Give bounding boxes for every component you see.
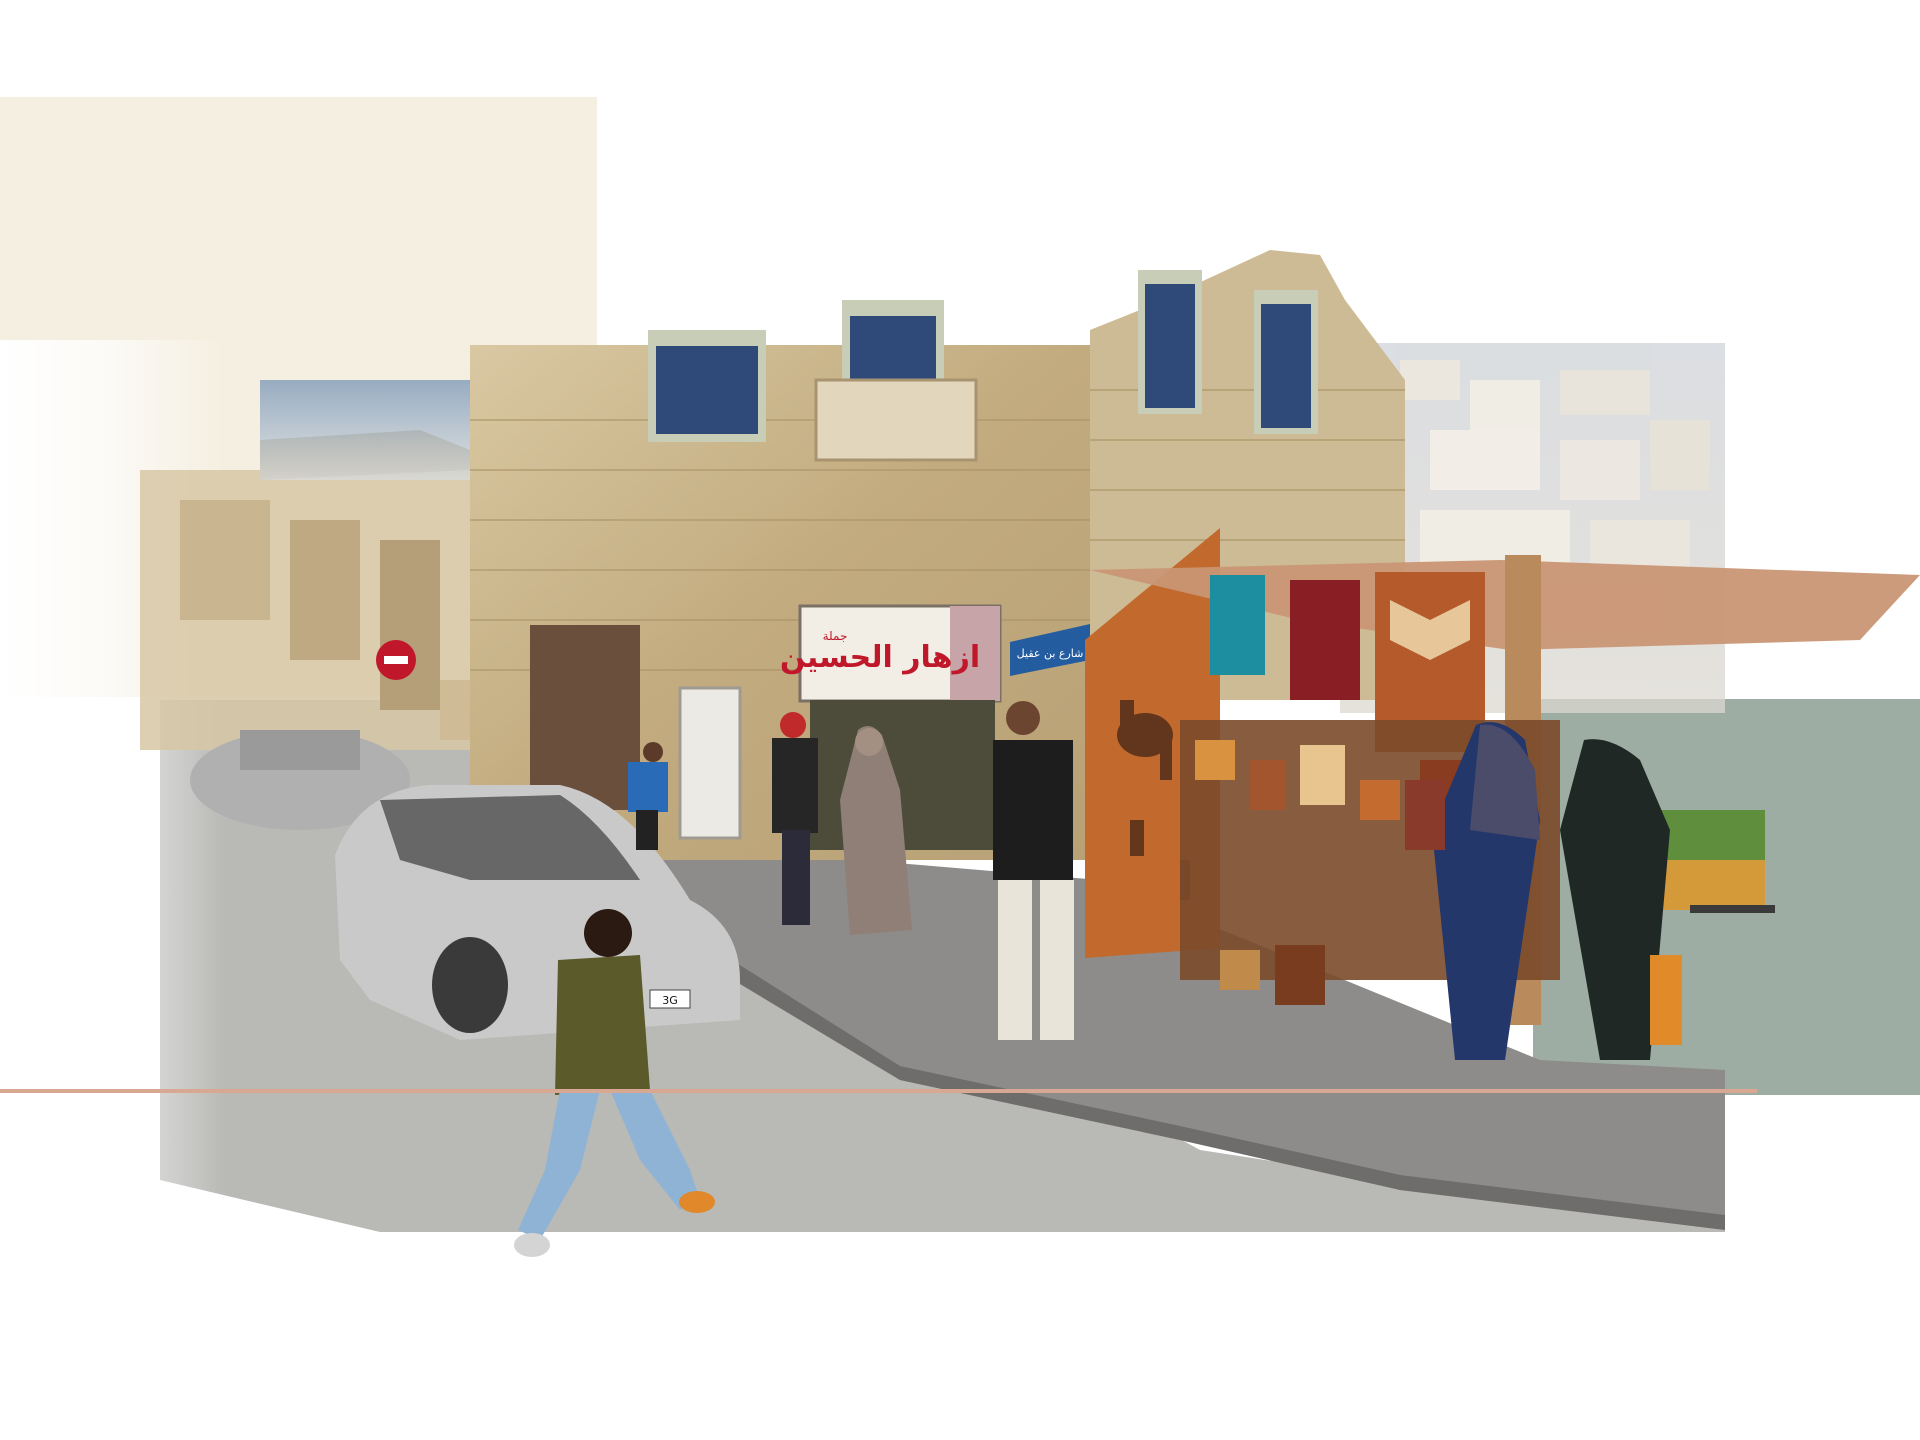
- left-shop-window: [530, 625, 640, 810]
- sky-patch: [260, 380, 475, 480]
- shop-sign-small-text: جملة: [823, 629, 848, 643]
- white-door: [678, 686, 742, 840]
- window-4: [1254, 290, 1318, 434]
- shop-sign: ازهار الحسين جملة: [780, 604, 1002, 703]
- vegetable-stall: [1655, 810, 1775, 913]
- car-plate-text: 3G: [662, 994, 678, 1007]
- street-sign-text: شارع بن عقيل: [1017, 647, 1084, 660]
- collage-scene: ازهار الحسين جملة شارع بن عقيل 3G: [0, 97, 1920, 1260]
- window-1: [648, 330, 766, 442]
- accent-line: [0, 1089, 1757, 1093]
- shop-sign-text: ازهار الحسين: [780, 640, 980, 675]
- balcony: [814, 378, 978, 462]
- window-3: [1138, 270, 1202, 414]
